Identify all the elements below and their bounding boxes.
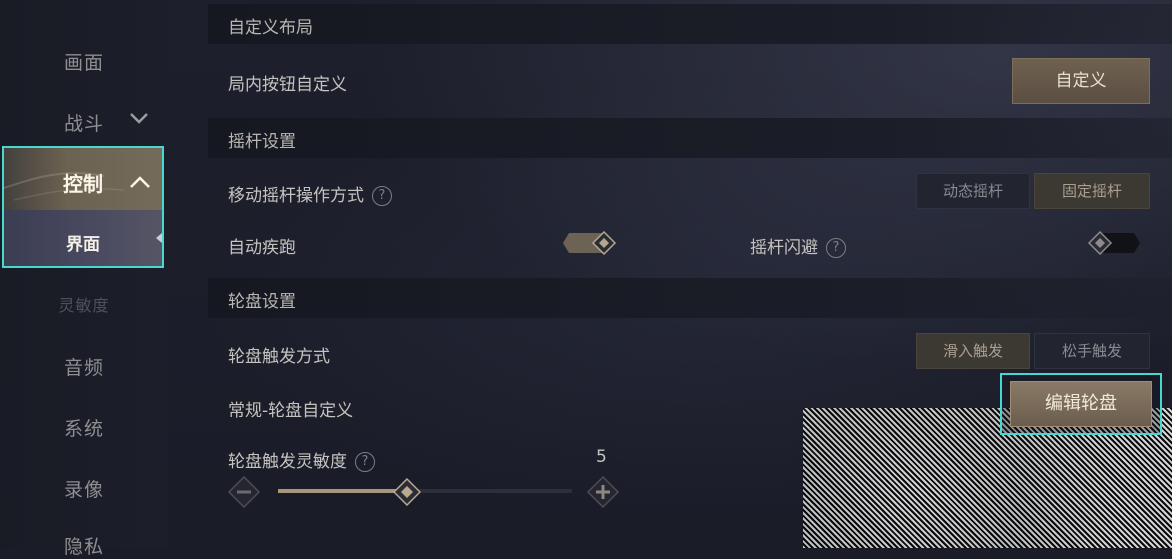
option-label: 松手触发 xyxy=(1061,342,1122,360)
sensitivity-slider[interactable] xyxy=(278,489,572,493)
sidebar-item-label: 音频 xyxy=(63,357,104,379)
wheel-sensitivity-label: 轮盘触发灵敏度 xyxy=(228,452,347,472)
joystick-dodge-label: 摇杆闪避 xyxy=(750,238,818,258)
edit-wheel-button-label: 编辑轮盘 xyxy=(1045,393,1117,414)
dynamic-joystick-option[interactable]: 动态摇杆 xyxy=(916,173,1030,209)
sidebar-subitem-label: 界面 xyxy=(66,235,100,255)
sidebar-active-group: 控制 界面 xyxy=(2,146,164,268)
fixed-joystick-option[interactable]: 固定摇杆 xyxy=(1034,173,1150,209)
sidebar-item-label: 战斗 xyxy=(63,113,104,135)
section-header-joystick: 摇杆设置 xyxy=(208,118,1172,158)
sidebar-item-privacy[interactable]: 隐私 xyxy=(0,532,168,559)
chevron-up-icon xyxy=(130,176,150,188)
section-title: 轮盘设置 xyxy=(228,292,296,312)
wheel-custom-label: 常规-轮盘自定义 xyxy=(228,401,354,421)
sidebar-item-sensitivity[interactable]: 灵敏度 xyxy=(0,292,168,316)
section-header-wheel: 轮盘设置 xyxy=(208,278,1172,318)
help-icon[interactable]: ? xyxy=(372,186,392,206)
sidebar-item-label: 画面 xyxy=(63,52,104,74)
section-title: 自定义布局 xyxy=(228,18,313,38)
section-header-custom-layout: 自定义布局 xyxy=(208,4,1172,44)
customize-button[interactable]: 自定义 xyxy=(1012,58,1150,104)
sidebar-item-label: 录像 xyxy=(63,479,104,501)
auto-sprint-label: 自动疾跑 xyxy=(228,238,296,258)
release-trigger-option[interactable]: 松手触发 xyxy=(1034,333,1150,369)
help-icon[interactable]: ? xyxy=(826,238,846,258)
joystick-dodge-toggle[interactable] xyxy=(1086,231,1142,255)
section-title: 摇杆设置 xyxy=(228,132,296,152)
customize-button-label: 自定义 xyxy=(1055,71,1107,91)
edit-wheel-highlight: 编辑轮盘 xyxy=(1000,373,1162,435)
sidebar-item-label: 系统 xyxy=(63,418,104,440)
sidebar-item-recording[interactable]: 录像 xyxy=(0,475,168,502)
slide-in-trigger-option[interactable]: 滑入触发 xyxy=(916,333,1030,369)
sensitivity-value: 5 xyxy=(596,447,607,467)
sidebar-item-display[interactable]: 画面 xyxy=(0,48,168,75)
slider-knob-icon[interactable] xyxy=(393,478,422,506)
sidebar-item-combat[interactable]: 战斗 xyxy=(0,109,168,136)
settings-sidebar: 画面 战斗 控制 界面 灵敏度 音频 系统 录像 隐私 xyxy=(0,0,168,558)
auto-sprint-toggle[interactable] xyxy=(563,231,619,255)
joystick-mode-row: 移动摇杆操作方式? xyxy=(228,181,392,206)
plus-icon[interactable] xyxy=(586,475,620,509)
option-label: 动态摇杆 xyxy=(942,182,1003,200)
edit-wheel-button[interactable]: 编辑轮盘 xyxy=(1010,381,1152,427)
sidebar-item-audio[interactable]: 音频 xyxy=(0,353,168,380)
minus-icon[interactable] xyxy=(227,475,261,509)
wheel-trigger-label: 轮盘触发方式 xyxy=(228,347,330,367)
sidebar-subitem-interface[interactable]: 界面 xyxy=(4,210,162,266)
sidebar-item-control[interactable]: 控制 xyxy=(4,148,162,210)
chevron-down-icon xyxy=(130,113,148,124)
selection-pointer-icon xyxy=(156,233,162,243)
sidebar-item-label: 灵敏度 xyxy=(58,296,110,315)
joystick-mode-label: 移动摇杆操作方式 xyxy=(228,186,364,206)
option-label: 滑入触发 xyxy=(942,342,1003,360)
slider-fill xyxy=(278,489,408,493)
sidebar-item-label: 隐私 xyxy=(63,536,104,558)
in-game-buttons-label: 局内按钮自定义 xyxy=(228,75,347,95)
joystick-dodge-row: 摇杆闪避? xyxy=(750,233,846,258)
help-icon[interactable]: ? xyxy=(355,452,375,472)
sidebar-item-system[interactable]: 系统 xyxy=(0,414,168,441)
option-label: 固定摇杆 xyxy=(1061,182,1122,200)
wheel-sensitivity-row: 轮盘触发灵敏度? xyxy=(228,447,375,472)
